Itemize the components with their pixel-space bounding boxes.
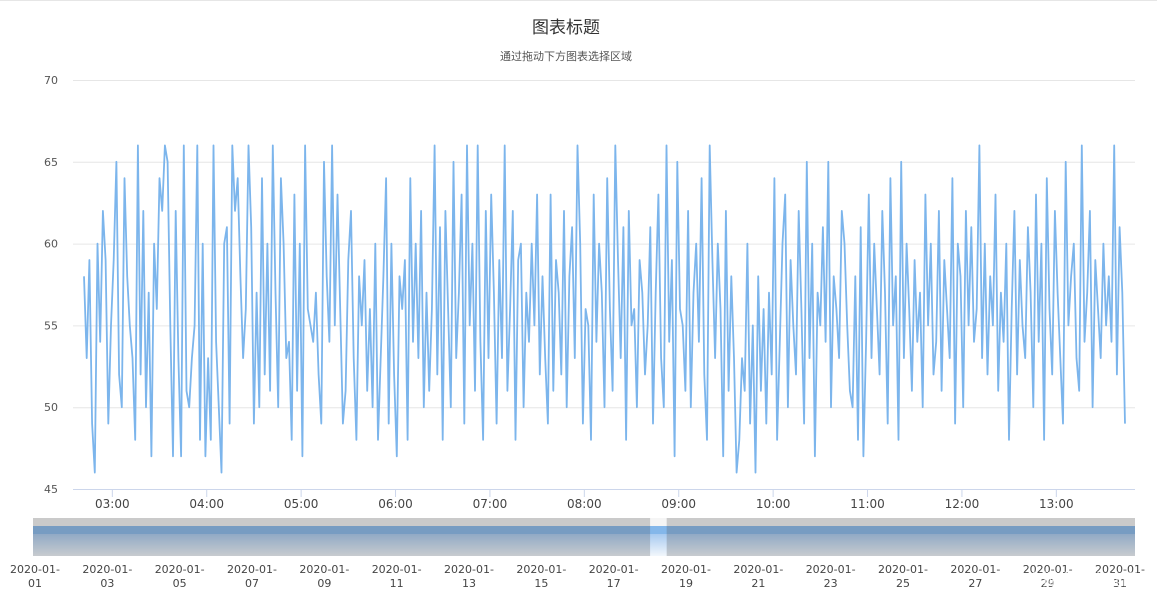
plot-area (83, 144, 1126, 474)
x-tick-label: 11:00 (850, 497, 885, 511)
x-tick-label: 09:00 (661, 497, 696, 511)
navigator-selection-handle[interactable] (650, 518, 667, 556)
y-tick-label: 50 (44, 401, 58, 414)
x-tick-label: 04:00 (189, 497, 224, 511)
navigator-date-label: 2020-01-07 (227, 563, 277, 590)
x-tick-label: 07:00 (473, 497, 508, 511)
y-tick-label: 55 (44, 319, 58, 332)
x-tick-label: 05:00 (284, 497, 319, 511)
x-tick-label: 10:00 (756, 497, 791, 511)
navigator-date-label: 2020-01-13 (444, 563, 494, 590)
navigator-date-label: 2020-01-27 (950, 563, 1000, 590)
navigator-date-labels: 2020-01-01 2020-01-03 2020-01-05 2020-01-07… (10, 563, 1145, 590)
navigator-date-label: 2020-01-17 (589, 563, 639, 590)
y-tick-label: 60 (44, 238, 58, 251)
navigator-date-label: 2020-01-09 (299, 563, 349, 590)
navigator-date-label: 2020-01-25 (878, 563, 928, 590)
navigator-date-label: 2020-01-23 (806, 563, 856, 590)
navigator-date-label: 2020-01-21 (733, 563, 783, 590)
y-tick-label: 70 (44, 74, 58, 87)
x-tick-label: 12:00 (945, 497, 980, 511)
navigator-date-label: 2020-01-19 (661, 563, 711, 590)
x-tick-label: 13:00 (1039, 497, 1074, 511)
x-tick-label: 03:00 (95, 497, 130, 511)
navigator-date-label: 2020-01-11 (372, 563, 422, 590)
chart-title: 图表标题 (532, 18, 600, 38)
navigator-date-label: 2020-01-15 (516, 563, 566, 590)
series-line (83, 144, 1126, 474)
navigator-date-label: 2020-01-05 (155, 563, 205, 590)
x-tick-label: 08:00 (567, 497, 602, 511)
chart-subtitle: 通过拖动下方图表选择区域 (500, 49, 632, 63)
navigator-mask-left[interactable] (33, 518, 651, 556)
navigator-mask-right[interactable] (666, 518, 1135, 556)
y-tick-label: 45 (44, 483, 58, 496)
navigator-date-label: 2020-01-01 (10, 563, 60, 590)
watermark: @稀土掘金技术社区 (994, 570, 1138, 589)
y-axis-ticks: 45 50 55 60 65 70 (44, 74, 58, 496)
navigator[interactable] (33, 518, 1135, 556)
x-tick-label: 06:00 (378, 497, 413, 511)
navigator-date-label: 2020-01-03 (82, 563, 132, 590)
chart: 图表标题 通过拖动下方图表选择区域 45 50 55 60 65 70 03:00 04:0… (0, 0, 1157, 590)
x-axis-ticks: 03:00 04:00 05:00 06:00 07:00 08:00 09:00 10:00… (95, 489, 1074, 511)
y-tick-label: 65 (44, 156, 58, 169)
